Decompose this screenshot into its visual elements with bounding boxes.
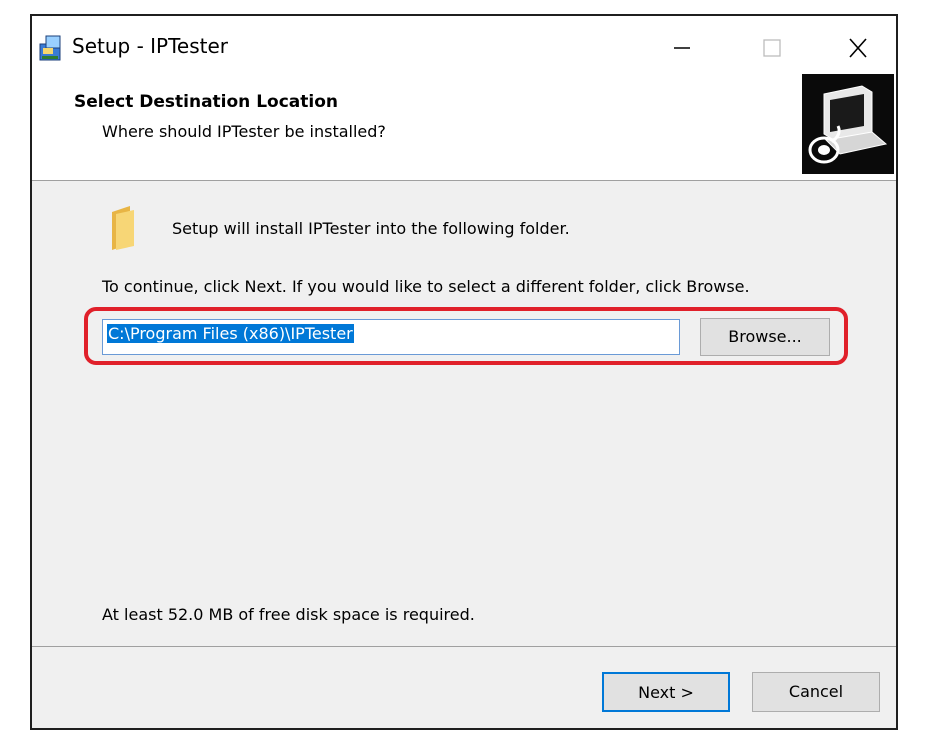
setup-window: Setup - IPTester Select Destination Loca… <box>30 14 898 730</box>
title-bar[interactable]: Setup - IPTester <box>32 16 896 78</box>
minimize-icon[interactable] <box>662 30 702 66</box>
install-path-selection: C:\Program Files (x86)\IPTester <box>107 324 354 343</box>
computer-install-icon <box>802 74 894 174</box>
window-title: Setup - IPTester <box>72 34 229 58</box>
setup-app-icon <box>39 35 61 61</box>
intro-text: Setup will install IPTester into the fol… <box>172 219 570 238</box>
folder-icon <box>112 206 134 250</box>
next-button[interactable]: Next > <box>602 672 730 712</box>
page-subtitle: Where should IPTester be installed? <box>102 122 386 141</box>
cancel-button[interactable]: Cancel <box>752 672 880 712</box>
install-path-input[interactable]: C:\Program Files (x86)\IPTester <box>102 319 680 355</box>
close-icon[interactable] <box>838 30 878 66</box>
header-divider <box>32 180 896 181</box>
browse-button[interactable]: Browse... <box>700 318 830 356</box>
disk-space-text: At least 52.0 MB of free disk space is r… <box>102 605 475 624</box>
instruction-text: To continue, click Next. If you would li… <box>102 277 750 296</box>
page-title: Select Destination Location <box>74 92 338 112</box>
maximize-icon[interactable] <box>752 30 792 66</box>
page-header: Select Destination Location Where should… <box>32 74 896 180</box>
footer-divider <box>32 646 896 647</box>
